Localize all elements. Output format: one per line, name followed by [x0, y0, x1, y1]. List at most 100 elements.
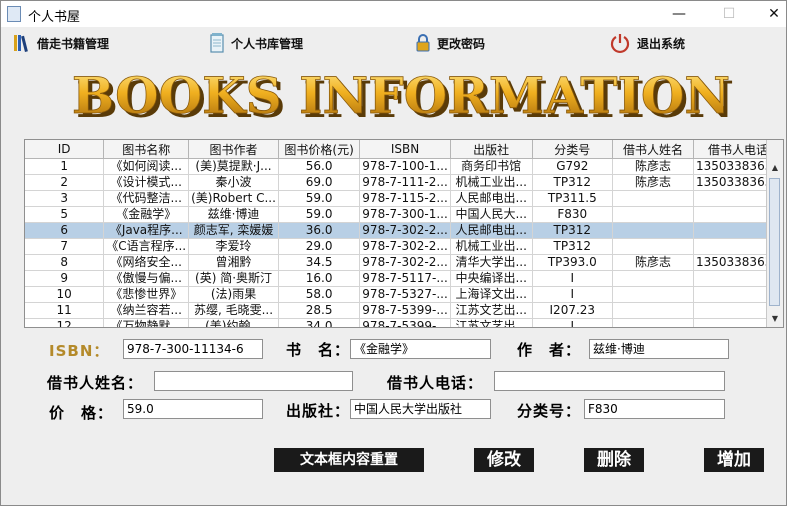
table-cell: TP312	[532, 238, 614, 255]
java-app-icon	[7, 6, 21, 22]
category-field[interactable]: F830	[584, 399, 725, 419]
minimize-button[interactable]: —	[656, 1, 702, 27]
banner-text: BOOKS INFORMATION	[72, 67, 730, 125]
table-cell: 《设计模式...	[103, 174, 190, 191]
isbn-field[interactable]: 978-7-300-11134-6	[123, 339, 263, 359]
table-cell: I	[532, 286, 614, 303]
table-cell: 69.0	[278, 174, 361, 191]
price-label: 价 格：	[49, 404, 114, 422]
table-row[interactable]: 11 《纳兰容若... 苏缨, 毛晓雯... 28.5 978-7-5399-... 江苏…	[25, 302, 783, 319]
table-vertical-scrollbar[interactable]: ▲ ▼	[766, 140, 783, 327]
scrollbar-thumb[interactable]	[769, 178, 780, 306]
notebook-icon	[210, 33, 224, 53]
table-cell: 《C语言程序...	[103, 238, 190, 255]
table-row[interactable]: 6 《Java程序... 颜志军, 栾媛媛 36.0 978-7-302-2... 人民邮…	[25, 222, 783, 239]
menu-exit-system[interactable]: 退出系统	[609, 31, 685, 55]
table-cell: 978-7-5117-...	[359, 270, 451, 287]
table-cell: 978-7-115-2...	[359, 190, 451, 207]
table-cell: 978-7-100-1...	[359, 158, 451, 175]
table-cell: 978-7-5399-...	[359, 302, 451, 319]
table-row[interactable]: 10 《悲惨世界》 (法)雨果 58.0 978-7-5327-... 上海译文出... I	[25, 286, 783, 303]
title-label: 书 名：	[286, 341, 351, 359]
table-cell	[612, 302, 694, 319]
table-row[interactable]: 7 《C语言程序... 李爱玲 29.0 978-7-302-2... 机械工业出... T…	[25, 238, 783, 255]
table-row[interactable]: 8 《网络安全... 曾湘黔 34.5 978-7-302-2... 清华大学出... TP…	[25, 254, 783, 271]
add-button[interactable]: 增加	[704, 448, 764, 472]
table-cell: 10	[25, 286, 105, 303]
price-field[interactable]: 59.0	[123, 399, 263, 419]
books-table-container: ID 图书名称 图书作者 图书价格(元) ISBN 出版社 分类号 借书人姓名 借书人电话 1 《…	[24, 139, 784, 328]
scroll-down-arrow-icon[interactable]: ▼	[767, 311, 783, 327]
table-cell: 颜志军, 栾媛媛	[188, 222, 279, 239]
menu-change-password[interactable]: 更改密码	[415, 31, 485, 55]
title-bar: 个人书屋 — ☐ ✕	[1, 1, 786, 27]
table-row[interactable]: 12 《万物静默... (美)约翰... 34.0 978-7-5399-... 江苏文艺…	[25, 318, 783, 327]
table-row[interactable]: 5 《金融学》 兹维·博迪 59.0 978-7-300-1... 中国人民大... F83…	[25, 206, 783, 223]
title-field[interactable]: 《金融学》	[350, 339, 491, 359]
publisher-field[interactable]: 中国人民大学出版社	[350, 399, 491, 419]
reset-fields-button[interactable]: 文本框内容重置	[274, 448, 424, 472]
table-cell: 8	[25, 254, 105, 271]
table-cell: TP312	[532, 174, 614, 191]
table-cell: 机械工业出...	[450, 174, 533, 191]
app-window: 个人书屋 — ☐ ✕ 借走书籍管理 个人书库管理 更改密码 退出系统 BOOKS…	[0, 0, 787, 506]
menu-label: 退出系统	[637, 36, 686, 51]
table-header-row: ID 图书名称 图书作者 图书价格(元) ISBN 出版社 分类号 借书人姓名 借书人电话	[25, 140, 783, 159]
table-cell: I	[532, 270, 614, 287]
table-cell	[612, 238, 694, 255]
table-cell: 34.0	[278, 318, 361, 327]
column-header[interactable]: 图书作者	[188, 140, 279, 159]
column-header[interactable]: 出版社	[450, 140, 533, 159]
books-icon	[14, 35, 28, 53]
author-field[interactable]: 兹维·博迪	[589, 339, 729, 359]
table-cell: 《如何阅读...	[103, 158, 190, 175]
window-title: 个人书屋	[28, 10, 81, 25]
scroll-up-arrow-icon[interactable]: ▲	[767, 160, 783, 176]
table-cell: 《代码整洁...	[103, 190, 190, 207]
isbn-label: ISBN：	[49, 342, 110, 360]
menu-label: 更改密码	[437, 36, 486, 51]
table-cell: 58.0	[278, 286, 361, 303]
table-cell: TP312	[532, 222, 614, 239]
table-cell: (英) 简·奥斯汀	[188, 270, 279, 287]
table-cell: 《纳兰容若...	[103, 302, 190, 319]
column-header[interactable]: 分类号	[532, 140, 614, 159]
table-row[interactable]: 1 《如何阅读... (美)莫提默·J... 56.0 978-7-100-1... 商务…	[25, 158, 783, 175]
close-button[interactable]: ✕	[751, 1, 786, 27]
delete-button[interactable]: 删除	[584, 448, 644, 472]
borrower-phone-field[interactable]	[494, 371, 725, 391]
column-header[interactable]: ID	[25, 140, 105, 159]
column-header[interactable]: 借书人姓名	[612, 140, 694, 159]
table-cell: 商务印书馆	[450, 158, 533, 175]
table-cell: 陈彦志	[612, 254, 694, 271]
column-header[interactable]: ISBN	[359, 140, 451, 159]
table-cell: 56.0	[278, 158, 361, 175]
column-header[interactable]: 图书名称	[103, 140, 190, 159]
borrower-phone-label: 借书人电话：	[387, 374, 484, 392]
maximize-button[interactable]: ☐	[706, 1, 752, 27]
table-cell	[612, 190, 694, 207]
borrower-name-field[interactable]	[154, 371, 353, 391]
menu-personal-library[interactable]: 个人书库管理	[209, 31, 303, 55]
table-cell	[612, 206, 694, 223]
table-row[interactable]: 2 《设计模式... 秦小波 69.0 978-7-111-2... 机械工业出... TP…	[25, 174, 783, 191]
table-cell: (美)约翰...	[188, 318, 279, 327]
table-cell: 28.5	[278, 302, 361, 319]
table-cell: 978-7-300-1...	[359, 206, 451, 223]
table-cell: TP393.0	[532, 254, 614, 271]
table-row[interactable]: 3 《代码整洁... (美)Robert C... 59.0 978-7-115-2..…	[25, 190, 783, 207]
table-cell: G792	[532, 158, 614, 175]
table-cell: 苏缨, 毛晓雯...	[188, 302, 279, 319]
table-cell: 59.0	[278, 190, 361, 207]
table-cell: 陈彦志	[612, 158, 694, 175]
table-cell: 《网络安全...	[103, 254, 190, 271]
table-cell: TP311.5	[532, 190, 614, 207]
table-cell: 3	[25, 190, 105, 207]
table-cell: 江苏文艺出...	[450, 302, 533, 319]
table-cell: 李爱玲	[188, 238, 279, 255]
modify-button[interactable]: 修改	[474, 448, 534, 472]
table-cell: 中央编译出...	[450, 270, 533, 287]
column-header[interactable]: 图书价格(元)	[278, 140, 361, 159]
table-row[interactable]: 9 《傲慢与偏... (英) 简·奥斯汀 16.0 978-7-5117-... 中央编译…	[25, 270, 783, 287]
menu-borrowed-books[interactable]: 借走书籍管理	[13, 31, 109, 55]
